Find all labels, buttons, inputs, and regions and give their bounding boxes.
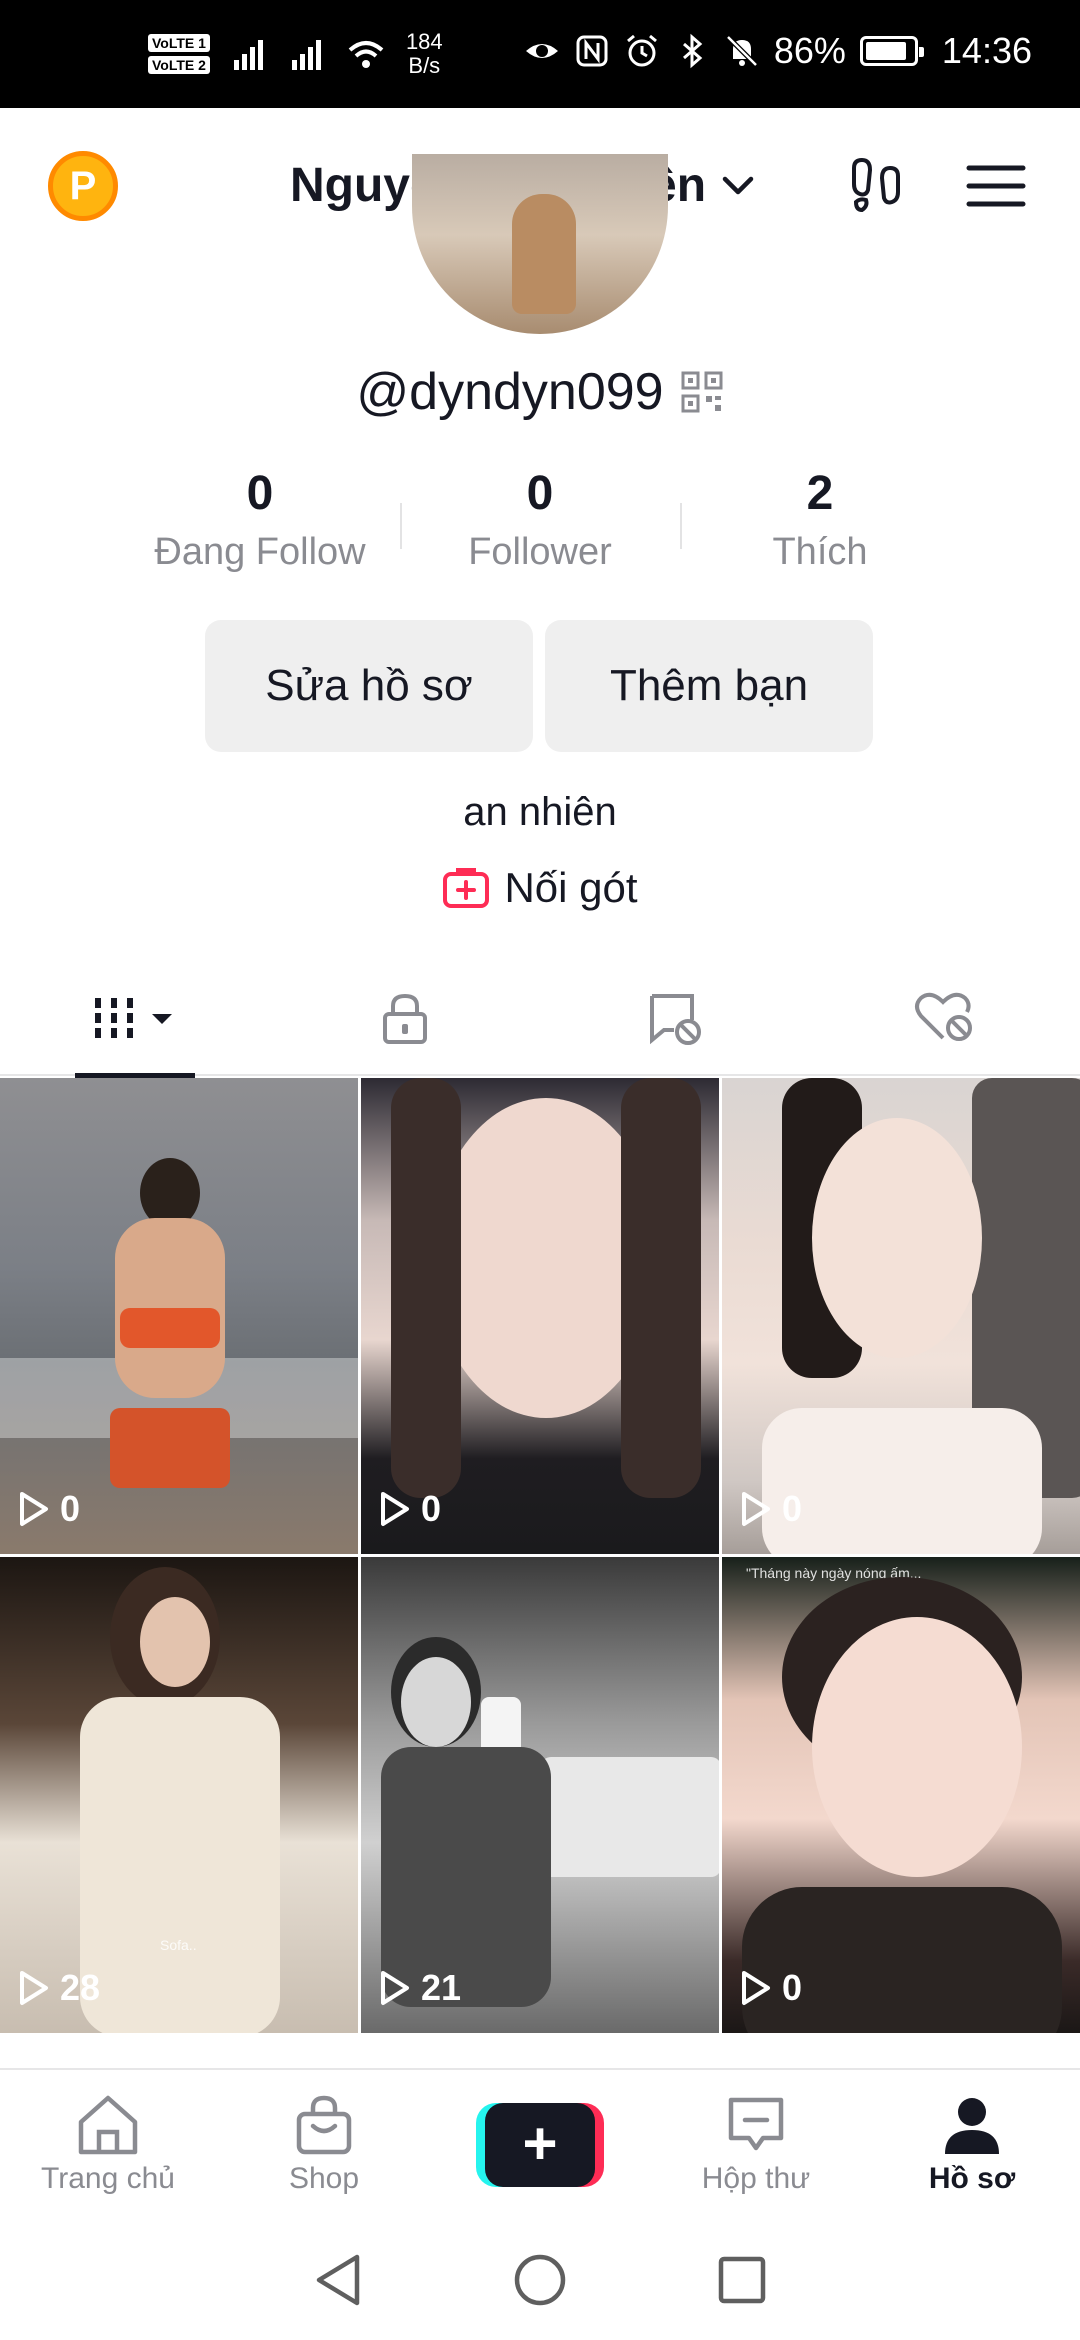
nav-shop[interactable]: Shop [216, 2070, 432, 2220]
battery-percent: 86% [773, 30, 846, 71]
home-circle-icon[interactable] [513, 2253, 567, 2307]
volte-2: VoLTE 2 [148, 56, 210, 74]
video-thumbnail[interactable]: 0 [361, 1078, 719, 1554]
tab-videos[interactable] [0, 960, 270, 1078]
lock-icon [383, 993, 427, 1044]
plus-icon: + [485, 2103, 595, 2187]
bluetooth-icon [682, 33, 703, 69]
home-icon [78, 2095, 138, 2155]
view-count: 21 [379, 1967, 461, 2009]
nfc-icon [576, 35, 608, 67]
video-thumbnail[interactable]: 0 [0, 1078, 358, 1554]
shopping-bag-icon [296, 2095, 352, 2155]
wifi-icon [348, 41, 384, 68]
play-icon [381, 1492, 409, 1526]
footprints-icon[interactable] [846, 156, 906, 216]
mute-icon [726, 35, 758, 67]
link-label: Nối gót [504, 864, 638, 911]
nav-inbox[interactable]: Hộp thư [648, 2070, 864, 2220]
grid-icon [95, 998, 172, 1038]
network-speed: 184 B/s [405, 29, 443, 78]
video-overlay-text: Sofa.. [160, 1937, 197, 1953]
stat-followers[interactable]: 0 Follower [400, 465, 680, 574]
create-button[interactable]: + [476, 2103, 604, 2187]
tab-liked[interactable] [810, 960, 1080, 1076]
profile-stats: 0 Đang Follow 0 Follower 2 Thích [120, 465, 960, 574]
volte-1: VoLTE 1 [148, 34, 210, 52]
stat-divider [680, 503, 682, 549]
view-count: 0 [18, 1488, 80, 1530]
inbox-icon [728, 2097, 784, 2151]
play-icon [742, 1492, 770, 1526]
clock: 14:36 [941, 30, 1032, 71]
coin-icon[interactable]: P [48, 151, 118, 221]
nav-label: Hồ sơ [928, 2162, 1016, 2195]
alarm-icon [626, 34, 657, 67]
content-tabs [0, 960, 1080, 1078]
bottom-nav: Trang chủ Shop + Hộp thư Hồ sơ [0, 2068, 1080, 2220]
battery-icon [859, 36, 924, 66]
video-thumbnail[interactable]: 21 [361, 1557, 719, 2033]
qr-code-icon[interactable] [680, 370, 724, 414]
volte-indicators: VoLTE 1 VoLTE 2 [148, 34, 210, 74]
stat-following[interactable]: 0 Đang Follow [120, 465, 400, 574]
follow-link[interactable]: Nối gót [0, 864, 1080, 912]
status-bar: VoLTE 1 VoLTE 2 184 B/s 86% 14:36 [0, 0, 1080, 108]
nav-create[interactable]: + [432, 2070, 648, 2220]
nav-label: Trang chủ [41, 2162, 175, 2195]
chevron-down-icon [722, 176, 754, 194]
nav-label: Shop [288, 2162, 360, 2195]
video-thumbnail[interactable]: Sofa.. 28 [0, 1557, 358, 2033]
stat-likes[interactable]: 2 Thích [680, 465, 960, 574]
menu-icon[interactable] [966, 156, 1026, 216]
nav-home[interactable]: Trang chủ [0, 2070, 216, 2220]
back-icon[interactable] [313, 2253, 363, 2307]
signal-2-icon [291, 40, 321, 70]
view-count: 28 [18, 1967, 100, 2009]
play-icon [20, 1971, 48, 2005]
play-icon [381, 1971, 409, 2005]
nav-label: Hộp thư [701, 2162, 811, 2195]
signal-1-icon [233, 40, 263, 70]
view-count: 0 [740, 1967, 802, 2009]
system-nav [0, 2220, 1080, 2340]
bio: an nhiên [463, 790, 617, 834]
edit-profile-button[interactable]: Sửa hồ sơ [205, 620, 533, 752]
video-thumbnail[interactable]: 0 [722, 1078, 1080, 1554]
nav-profile[interactable]: Hồ sơ [864, 2070, 1080, 2220]
tab-private[interactable] [270, 960, 540, 1076]
username: @dyndyn099 [356, 363, 664, 421]
tab-reposts[interactable] [540, 960, 810, 1076]
repost-hidden-icon [650, 994, 701, 1045]
person-icon [945, 2098, 999, 2154]
view-count: 0 [379, 1488, 441, 1530]
avatar[interactable] [412, 154, 668, 334]
view-count: 0 [740, 1488, 802, 1530]
stat-divider [400, 503, 402, 549]
add-link-icon [443, 868, 490, 908]
play-icon [742, 1971, 770, 2005]
video-grid: 0 0 0 Sofa.. 28 21 "Tháng này ngày nóng … [0, 1078, 1080, 2033]
add-friend-button[interactable]: Thêm bạn [545, 620, 873, 752]
liked-hidden-icon [915, 992, 972, 1041]
eye-icon [525, 44, 558, 58]
play-icon [20, 1492, 48, 1526]
video-thumbnail[interactable]: "Tháng này ngày nóng ấm... 0 [722, 1557, 1080, 2033]
recents-icon[interactable] [717, 2255, 767, 2305]
